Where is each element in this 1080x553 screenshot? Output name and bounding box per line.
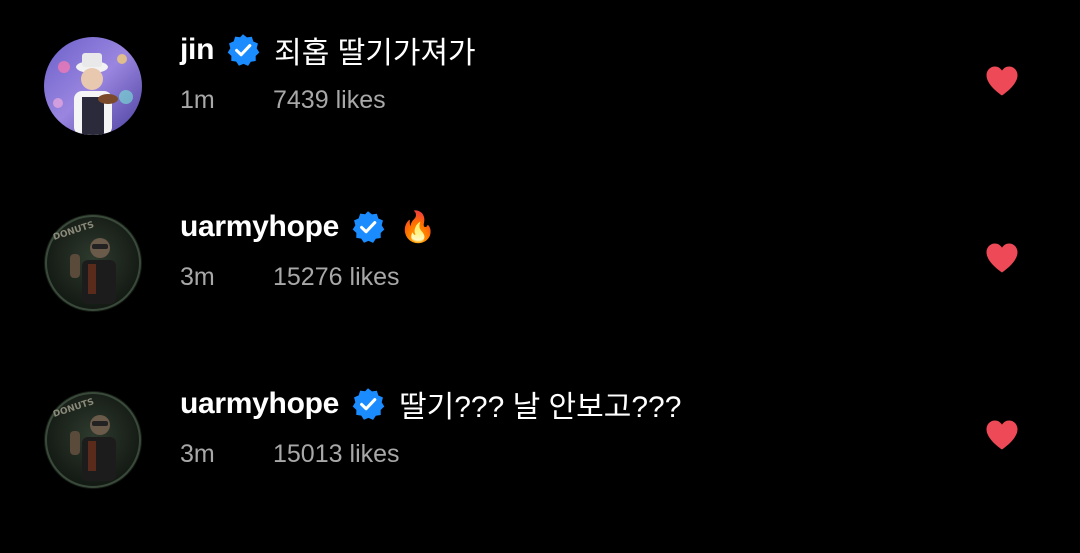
avatar-photo <box>44 37 142 135</box>
comment-item: jin 죄홉 딸기가져가 1m 7439 likes <box>0 0 1080 135</box>
comment-time: 1m <box>180 85 215 114</box>
comment-item: DONUTS uarmyhope 🔥 3m 15276 likes <box>0 177 1080 312</box>
like-count: 15276 <box>273 262 343 291</box>
comment-time: 3m <box>180 439 215 468</box>
comment-meta: 3m 15013 likes <box>180 437 400 471</box>
like-count: 15013 <box>273 439 343 468</box>
comment-meta: 1m 7439 likes <box>180 83 386 117</box>
username[interactable]: uarmyhope <box>180 210 339 244</box>
comment-header: uarmyhope 딸기??? 날 안보고??? <box>180 384 681 424</box>
verified-badge-icon <box>226 33 260 67</box>
like-heart-icon[interactable] <box>985 242 1019 274</box>
comment-item: DONUTS uarmyhope 딸기??? 날 안보고??? 3m 15013 <box>0 354 1080 489</box>
comment-text: 죄홉 딸기가져가 <box>274 37 476 70</box>
comment-list: jin 죄홉 딸기가져가 1m 7439 likes DONUTS uarmyh… <box>0 0 1080 553</box>
likes-label: likes <box>349 262 400 291</box>
likes-label: likes <box>335 85 386 114</box>
likes-label: likes <box>349 439 400 468</box>
likes-link[interactable]: 15013 likes <box>273 440 400 469</box>
avatar-photo: DONUTS <box>44 214 142 312</box>
like-count: 7439 <box>273 85 329 114</box>
comment-text: 🔥 <box>399 210 437 244</box>
likes-link[interactable]: 15276 likes <box>273 263 400 292</box>
like-heart-icon[interactable] <box>985 65 1019 97</box>
avatar-uarmyhope[interactable]: DONUTS <box>44 391 142 489</box>
comment-time: 3m <box>180 262 215 291</box>
comment-header: jin 죄홉 딸기가져가 <box>180 30 476 70</box>
username[interactable]: uarmyhope <box>180 387 339 421</box>
avatar-jin[interactable] <box>44 37 142 135</box>
comment-text: 딸기??? 날 안보고??? <box>399 391 682 424</box>
avatar-uarmyhope[interactable]: DONUTS <box>44 214 142 312</box>
verified-badge-icon <box>351 387 385 421</box>
likes-link[interactable]: 7439 likes <box>273 86 386 115</box>
avatar-photo: DONUTS <box>44 391 142 489</box>
like-heart-icon[interactable] <box>985 419 1019 451</box>
comment-meta: 3m 15276 likes <box>180 260 400 294</box>
comment-header: uarmyhope 🔥 <box>180 207 436 247</box>
username[interactable]: jin <box>180 33 214 67</box>
verified-badge-icon <box>351 210 385 244</box>
